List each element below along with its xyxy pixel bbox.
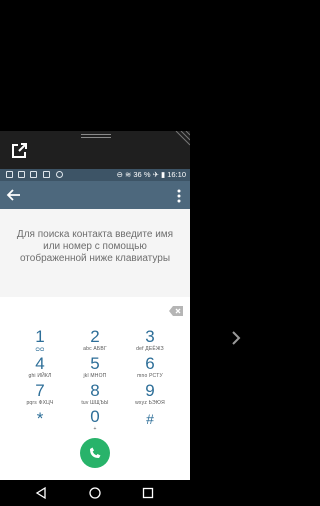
image-notification-icon bbox=[18, 171, 25, 178]
battery-percent: 36 % bbox=[133, 170, 151, 179]
nav-home-icon[interactable] bbox=[88, 486, 102, 500]
clock: 16:10 bbox=[167, 170, 186, 179]
chevron-right-icon[interactable] bbox=[229, 330, 243, 346]
dial-key-8[interactable]: 8 tuv ШЩЪЫ bbox=[68, 382, 122, 410]
key-digit: 5 bbox=[90, 354, 100, 373]
key-digit: 2 bbox=[90, 327, 100, 346]
key-digit: # bbox=[146, 411, 154, 427]
dial-key-star[interactable]: * bbox=[13, 410, 67, 438]
status-indicators: ⊖ ≋ 36 % ✈ ▮ 16:10 bbox=[117, 170, 186, 179]
key-digit: 1 bbox=[35, 327, 45, 346]
drag-grip-line[interactable] bbox=[81, 137, 111, 138]
wifi-icon: ≋ bbox=[125, 170, 132, 179]
key-digit: 4 bbox=[35, 354, 45, 373]
key-digit: 6 bbox=[145, 354, 155, 373]
search-hint-text: Для поиска контакта введите имя или номе… bbox=[16, 229, 174, 264]
do-not-disturb-icon: ⊖ bbox=[116, 170, 123, 179]
dial-key-2[interactable]: 2 abc АБВГ bbox=[68, 328, 122, 356]
app-toolbar bbox=[0, 181, 190, 209]
dial-key-6[interactable]: 6 mno РСТУ bbox=[123, 355, 177, 383]
gallery-notification-icon bbox=[30, 171, 37, 178]
globe-icon bbox=[56, 171, 63, 178]
nav-back-icon[interactable] bbox=[34, 486, 48, 500]
drag-grip-line[interactable] bbox=[81, 134, 111, 135]
dial-key-9[interactable]: 9 wxyz ЬЭЮЯ bbox=[123, 382, 177, 410]
key-letters: + bbox=[93, 426, 97, 432]
key-digit: * bbox=[36, 409, 44, 428]
dial-key-hash[interactable]: # bbox=[123, 410, 177, 438]
dial-key-5[interactable]: 5 jkl МНОП bbox=[68, 355, 122, 383]
notification-icon bbox=[6, 171, 13, 178]
key-letters: def ДЕЁЖЗ bbox=[136, 346, 164, 352]
key-digit: 7 bbox=[35, 381, 45, 400]
backspace-icon[interactable] bbox=[168, 305, 184, 317]
key-digit: 9 bbox=[145, 381, 155, 400]
key-letters: jkl МНОП bbox=[83, 373, 107, 379]
dial-key-7[interactable]: 7 pqrs ФХЦЧ bbox=[13, 382, 67, 410]
key-letters: tuv ШЩЪЫ bbox=[81, 400, 109, 406]
key-letters: abc АБВГ bbox=[83, 346, 107, 352]
key-letters: wxyz ЬЭЮЯ bbox=[135, 400, 165, 406]
dial-key-0[interactable]: 0 + bbox=[68, 408, 122, 436]
status-bar: ⊖ ≋ 36 % ✈ ▮ 16:10 bbox=[0, 169, 190, 181]
key-digit: 3 bbox=[145, 327, 155, 346]
resize-corner-icon[interactable] bbox=[170, 131, 190, 151]
dial-key-4[interactable]: 4 ghi ИЙКЛ bbox=[13, 355, 67, 383]
dial-key-1[interactable]: 1 ᴑᴑ bbox=[13, 328, 67, 356]
phone-icon bbox=[90, 447, 101, 458]
key-digit: 0 bbox=[90, 407, 100, 426]
dial-key-3[interactable]: 3 def ДЕЁЖЗ bbox=[123, 328, 177, 356]
back-arrow-icon[interactable] bbox=[4, 185, 24, 205]
battery-icon: ▮ bbox=[160, 170, 166, 179]
photo-notification-icon bbox=[43, 171, 50, 178]
call-button[interactable] bbox=[80, 438, 110, 468]
key-letters: pqrs ФХЦЧ bbox=[26, 400, 54, 406]
key-letters: mno РСТУ bbox=[137, 373, 163, 379]
overflow-menu-icon[interactable] bbox=[172, 186, 186, 206]
voicemail-icon: ᴑᴑ bbox=[35, 346, 45, 353]
key-letters: ghi ИЙКЛ bbox=[28, 373, 52, 379]
airplane-icon: ✈ bbox=[152, 170, 159, 179]
nav-recents-icon[interactable] bbox=[141, 486, 155, 500]
open-external-icon[interactable] bbox=[9, 141, 29, 161]
key-digit: 8 bbox=[90, 381, 100, 400]
